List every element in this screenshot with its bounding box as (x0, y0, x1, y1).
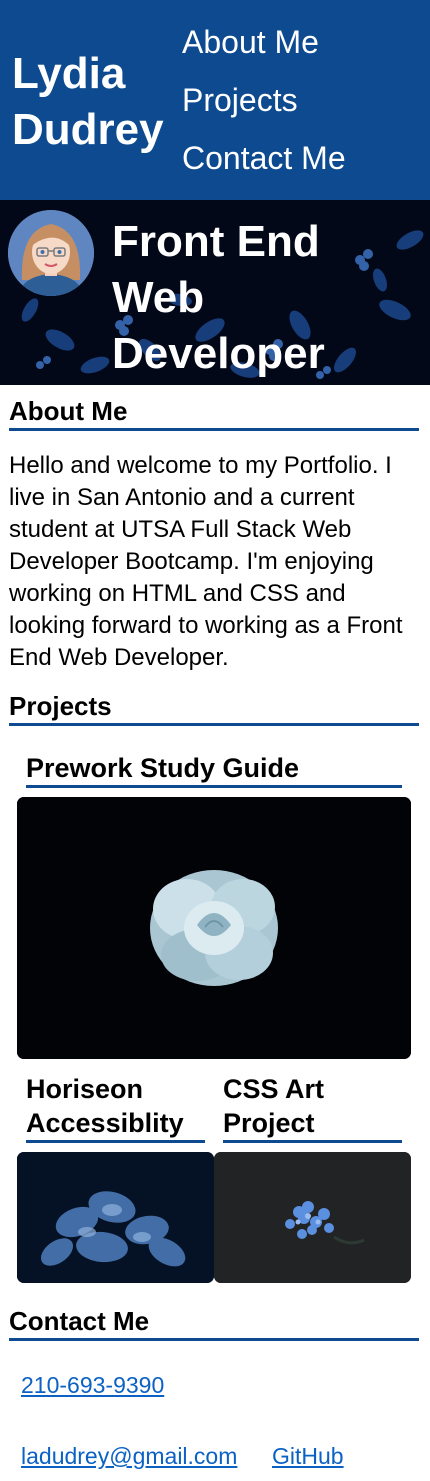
hero-title-line: Front End (112, 217, 320, 266)
site-title: Lydia Dudrey (12, 46, 164, 158)
nav-link-projects[interactable]: Projects (182, 80, 298, 120)
nav-link-contact-me[interactable]: Contact Me (182, 138, 346, 178)
projects-heading: Projects (9, 691, 419, 726)
hero-title-line: Developer (112, 329, 325, 378)
site-title-last-name: Dudrey (12, 105, 164, 154)
about-me-heading: About Me (9, 396, 419, 431)
email-link[interactable]: ladudrey@gmail.com (21, 1442, 237, 1470)
cartoon-avatar-icon (8, 210, 94, 296)
nav-link-about-me[interactable]: About Me (182, 22, 319, 62)
site-header: Lydia Dudrey About Me Projects Contact M… (0, 0, 430, 200)
project-title-line: Horiseon (26, 1074, 144, 1104)
project-image-css-art-project[interactable] (214, 1152, 411, 1283)
project-title-horiseon-accessibility: Horiseon Accessiblity (26, 1072, 205, 1143)
about-me-text: Hello and welcome to my Portfolio. I liv… (9, 452, 403, 671)
github-link[interactable]: GitHub (272, 1442, 344, 1470)
blue-hydrangea-image (17, 1152, 214, 1283)
site-title-first-name: Lydia (12, 49, 126, 98)
phone-link[interactable]: 210-693-9390 (21, 1371, 164, 1399)
project-title-line: Accessiblity (26, 1108, 184, 1138)
project-image-prework-study-guide[interactable] (17, 797, 411, 1059)
project-title-line: CSS Art (223, 1074, 325, 1104)
hero-banner: Front End Web Developer (0, 200, 430, 385)
contact-me-heading: Contact Me (9, 1306, 419, 1341)
project-image-horiseon-accessibility[interactable] (17, 1152, 214, 1283)
blue-flower-cluster-image (214, 1152, 411, 1283)
project-title-css-art-project: CSS Art Project (223, 1072, 402, 1143)
hero-title-line: Web (112, 273, 205, 322)
hero-title: Front End Web Developer (112, 214, 422, 382)
project-title-prework-study-guide: Prework Study Guide (26, 751, 402, 788)
project-title-line: Project (223, 1108, 315, 1138)
white-rose-image (17, 797, 411, 1059)
